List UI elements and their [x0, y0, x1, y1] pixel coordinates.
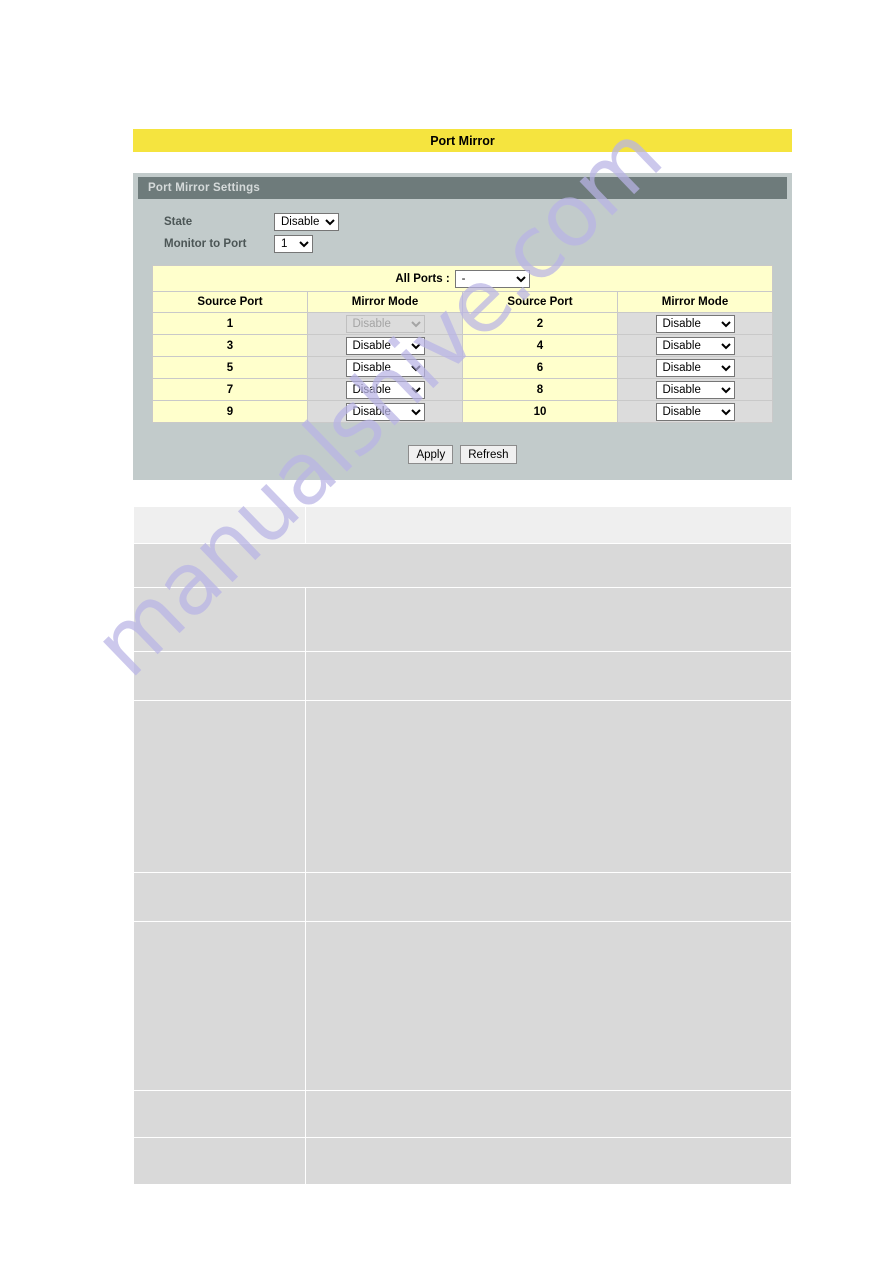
- mirror-mode-select-port-10[interactable]: DisableRxTxTx and Rx: [655, 402, 735, 421]
- description-label-cell: [133, 1090, 306, 1138]
- description-row: [133, 506, 792, 544]
- column-header-3: Source Port: [462, 291, 618, 313]
- mirror-mode-cell: DisableRxTxTx and Rx: [307, 400, 463, 423]
- description-value-cell: [305, 700, 792, 873]
- page-title-bar: Port Mirror: [133, 129, 792, 152]
- port-mirror-settings-panel: Port Mirror Settings State DisableEnable…: [133, 173, 792, 480]
- description-row: [133, 872, 792, 922]
- description-value-cell: [305, 587, 792, 652]
- state-field-row: State DisableEnable: [164, 213, 339, 231]
- source-port-cell: 4: [462, 334, 618, 357]
- description-row: [133, 651, 792, 701]
- action-button-row: Apply Refresh: [133, 445, 792, 464]
- description-row: [133, 700, 792, 873]
- description-row: [133, 543, 792, 588]
- all-ports-cell: All Ports : -DisableRxTxTx and Rx: [152, 265, 773, 292]
- mirror-mode-select-port-2[interactable]: DisableRxTxTx and Rx: [655, 314, 735, 333]
- apply-button[interactable]: Apply: [408, 445, 454, 464]
- mirror-mode-select-port-9[interactable]: DisableRxTxTx and Rx: [345, 402, 425, 421]
- source-port-cell: 9: [152, 400, 308, 423]
- table-row: 5 DisableRxTxTx and Rx 6 DisableRxTxTx and …: [152, 356, 773, 379]
- source-port-cell: 6: [462, 356, 618, 379]
- mirror-mode-cell: DisableRxTxTx and Rx: [307, 334, 463, 357]
- mirror-mode-cell: DisableRxTxTx and Rx: [307, 312, 463, 335]
- mirror-table-header-row: Source Port Mirror Mode Source Port Mirror …: [152, 291, 773, 313]
- refresh-button[interactable]: Refresh: [460, 445, 517, 464]
- mirror-table-container: All Ports : -DisableRxTxTx and Rx Source P…: [152, 265, 773, 423]
- mirror-mode-cell: DisableRxTxTx and Rx: [617, 400, 773, 423]
- description-row: [133, 921, 792, 1091]
- source-port-cell: 10: [462, 400, 618, 423]
- mirror-mode-select-port-4[interactable]: DisableRxTxTx and Rx: [655, 336, 735, 355]
- description-row: [133, 1090, 792, 1138]
- all-ports-select[interactable]: -DisableRxTxTx and Rx: [454, 269, 530, 288]
- mirror-mode-cell: DisableRxTxTx and Rx: [617, 312, 773, 335]
- description-label-cell: [133, 506, 306, 544]
- monitor-to-port-field-row: Monitor to Port 12345678910: [164, 235, 313, 253]
- panel-header-label: Port Mirror Settings: [148, 182, 260, 194]
- state-select[interactable]: DisableEnable: [274, 213, 339, 231]
- description-section-cell: [133, 543, 792, 588]
- description-value-cell: [305, 651, 792, 701]
- page-title: Port Mirror: [430, 133, 495, 148]
- panel-header: Port Mirror Settings: [138, 177, 787, 199]
- mirror-mode-cell: DisableRxTxTx and Rx: [617, 334, 773, 357]
- description-value-cell: [305, 506, 792, 544]
- mirror-mode-cell: DisableRxTxTx and Rx: [617, 378, 773, 401]
- description-table: [133, 506, 792, 1185]
- table-row: 7 DisableRxTxTx and Rx 8 DisableRxTxTx and …: [152, 378, 773, 401]
- description-row: [133, 1137, 792, 1185]
- source-port-cell: 2: [462, 312, 618, 335]
- description-label-cell: [133, 700, 306, 873]
- mirror-mode-select-port-6[interactable]: DisableRxTxTx and Rx: [655, 358, 735, 377]
- description-value-cell: [305, 1137, 792, 1185]
- description-label-cell: [133, 651, 306, 701]
- monitor-to-port-select[interactable]: 12345678910: [274, 235, 313, 253]
- table-row: 3 DisableRxTxTx and Rx 4 DisableRxTxTx and …: [152, 334, 773, 357]
- state-label: State: [164, 216, 193, 228]
- source-port-cell: 7: [152, 378, 308, 401]
- table-row: 1 DisableRxTxTx and Rx 2 DisableRxTxTx and …: [152, 312, 773, 335]
- all-ports-row: All Ports : -DisableRxTxTx and Rx: [152, 265, 773, 292]
- table-row: 9 DisableRxTxTx and Rx 10 DisableRxTxTx and…: [152, 400, 773, 423]
- source-port-cell: 3: [152, 334, 308, 357]
- mirror-mode-select-port-5[interactable]: DisableRxTxTx and Rx: [345, 358, 425, 377]
- description-label-cell: [133, 921, 306, 1091]
- column-header-4: Mirror Mode: [617, 291, 773, 313]
- description-label-cell: [133, 1137, 306, 1185]
- port-mirror-table: All Ports : -DisableRxTxTx and Rx Source P…: [152, 265, 773, 423]
- mirror-mode-cell: DisableRxTxTx and Rx: [617, 356, 773, 379]
- description-label-cell: [133, 587, 306, 652]
- mirror-mode-select-port-1: DisableRxTxTx and Rx: [345, 314, 425, 333]
- monitor-to-port-label: Monitor to Port: [164, 238, 247, 250]
- description-label-cell: [133, 872, 306, 922]
- mirror-mode-select-port-8[interactable]: DisableRxTxTx and Rx: [655, 380, 735, 399]
- description-row: [133, 587, 792, 652]
- description-value-cell: [305, 921, 792, 1091]
- source-port-cell: 5: [152, 356, 308, 379]
- mirror-mode-select-port-3[interactable]: DisableRxTxTx and Rx: [345, 336, 425, 355]
- source-port-cell: 8: [462, 378, 618, 401]
- mirror-mode-cell: DisableRxTxTx and Rx: [307, 378, 463, 401]
- description-value-cell: [305, 1090, 792, 1138]
- description-value-cell: [305, 872, 792, 922]
- column-header-2: Mirror Mode: [307, 291, 463, 313]
- all-ports-label: All Ports :: [395, 272, 450, 285]
- mirror-mode-select-port-7[interactable]: DisableRxTxTx and Rx: [345, 380, 425, 399]
- mirror-mode-cell: DisableRxTxTx and Rx: [307, 356, 463, 379]
- source-port-cell: 1: [152, 312, 308, 335]
- column-header-1: Source Port: [152, 291, 308, 313]
